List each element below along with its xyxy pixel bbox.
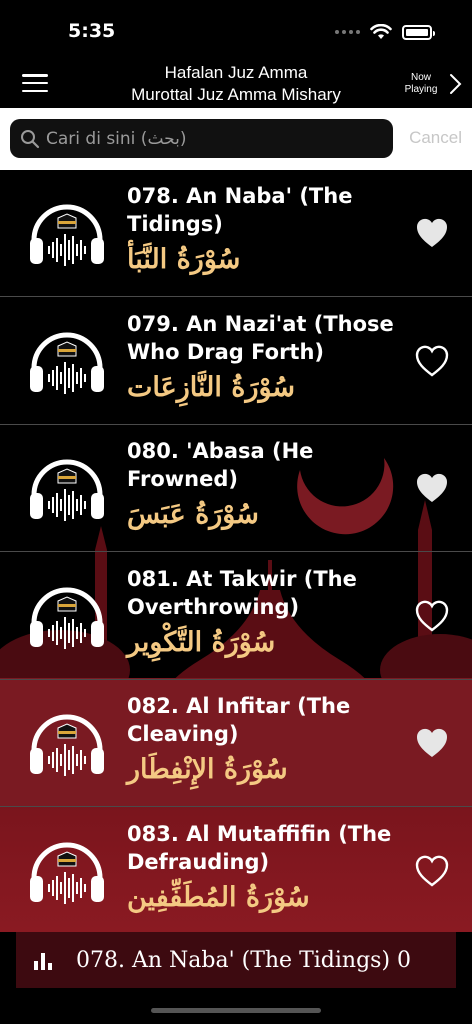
surah-title: 081. At Takwir (The Overthrowing) <box>127 566 357 619</box>
surah-arabic-name: سُوْرَةُ المُطَفِّفِين <box>127 881 310 913</box>
list-item[interactable]: 083. Al Mutaffifin (The Defrauding) سُوْر… <box>0 808 472 933</box>
headphones-icon <box>26 704 108 786</box>
heart-icon[interactable] <box>414 471 450 505</box>
app-title: Hafalan Juz Amma <box>164 63 308 82</box>
headphones-icon <box>26 577 108 659</box>
headphones-icon <box>26 832 108 914</box>
now-playing-label-1: Now <box>410 72 431 83</box>
list-item[interactable]: 081. At Takwir (The Overthrowing) سُوْرَة… <box>0 553 472 680</box>
wifi-icon <box>370 24 392 39</box>
surah-title: 082. Al Infitar (The Cleaving) <box>127 694 351 746</box>
surah-list[interactable]: 078. An Naba' (The Tidings) سُوْرَةُ النَ… <box>0 170 472 932</box>
list-item[interactable]: 080. 'Abasa (He Frowned) سُوْرَةُ عَبَسَ <box>0 425 472 552</box>
headphones-icon <box>26 322 108 404</box>
chevron-right-icon[interactable] <box>444 72 466 96</box>
list-item[interactable]: 079. An Nazi'at (Those Who Drag Forth) سُ… <box>0 298 472 425</box>
heart-icon[interactable] <box>414 854 450 888</box>
surah-arabic-name: سُوْرَةُ النَّازِعَات <box>127 371 296 403</box>
status-icons <box>335 24 435 40</box>
list-item[interactable]: 078. An Naba' (The Tidings) سُوْرَةُ النَ… <box>0 170 472 297</box>
now-playing-label-2: Playing <box>404 84 438 95</box>
signal-icon <box>335 30 360 34</box>
surah-title: 078. An Naba' (The Tidings) <box>127 184 353 236</box>
headphones-icon <box>26 194 108 276</box>
search-box[interactable] <box>10 119 393 158</box>
surah-arabic-name: سُوْرَةُ التَّكْوِير <box>127 626 276 658</box>
surah-title: 083. Al Mutaffifin (The Defrauding) <box>127 821 392 874</box>
surah-title: 079. An Nazi'at (Those Who Drag Forth) <box>127 311 394 364</box>
headphones-icon <box>26 449 108 531</box>
surah-title: 080. 'Abasa (He Frowned) <box>127 439 314 491</box>
surah-arabic-name: سُوْرَةُ عَبَسَ <box>127 499 259 530</box>
cancel-button[interactable]: Cancel <box>409 128 462 148</box>
equalizer-icon <box>34 953 52 970</box>
navigation-bar: Hafalan Juz Amma Murottal Juz Amma Misha… <box>0 62 472 108</box>
player-track-title: 078. An Naba' (The Tidings) 0 <box>76 947 412 973</box>
home-indicator <box>151 1008 321 1013</box>
battery-icon <box>402 24 435 40</box>
mini-player[interactable]: 078. An Naba' (The Tidings) 0 <box>16 932 456 988</box>
heart-icon[interactable] <box>414 726 450 760</box>
search-input[interactable] <box>46 128 376 149</box>
list-item[interactable]: 082. Al Infitar (The Cleaving) سُوْرَةُ ا… <box>0 680 472 807</box>
now-playing-button[interactable]: Now Playing <box>396 72 446 96</box>
heart-icon[interactable] <box>414 216 450 250</box>
page-title: Hafalan Juz Amma Murottal Juz Amma Misha… <box>100 62 372 106</box>
search-area: Cancel <box>0 108 472 170</box>
surah-arabic-name: سُوْرَةُ الإِنْفِطَار <box>127 754 288 785</box>
menu-icon[interactable] <box>22 72 48 94</box>
status-bar: 5:35 <box>0 0 472 62</box>
heart-icon[interactable] <box>414 599 450 633</box>
search-icon <box>21 129 40 148</box>
heart-icon[interactable] <box>414 344 450 378</box>
app-subtitle: Murottal Juz Amma Mishary <box>131 85 341 104</box>
surah-arabic-name: سُوْرَةُ النَّبَأ <box>127 244 241 275</box>
status-time: 5:35 <box>68 20 116 42</box>
